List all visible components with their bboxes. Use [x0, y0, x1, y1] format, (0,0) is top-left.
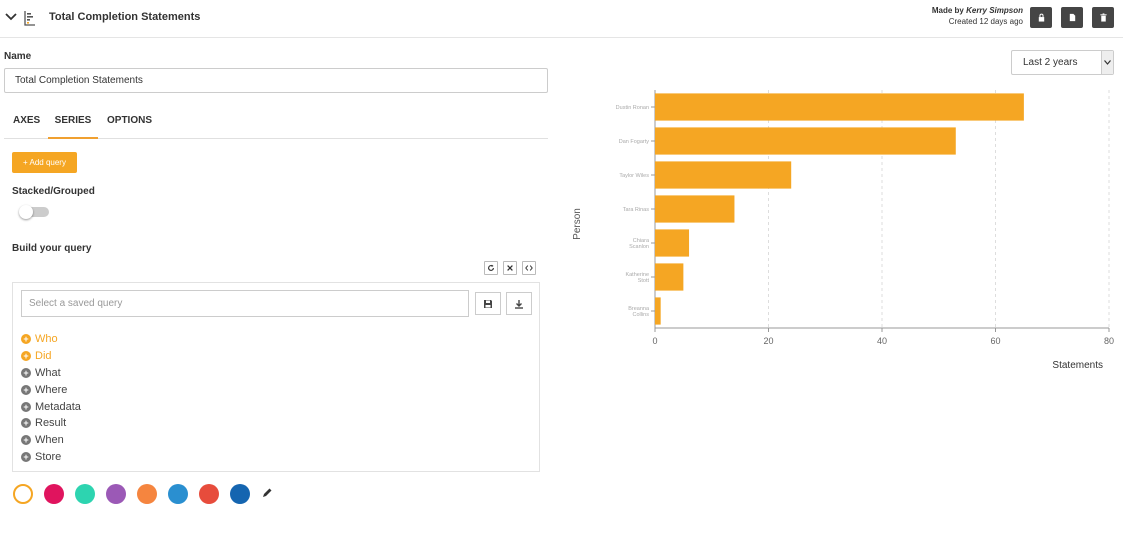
name-input[interactable]: Total Completion Statements: [4, 68, 548, 93]
query-item-did[interactable]: + Did: [21, 349, 52, 363]
widget-header: Total Completion Statements Made by Kerr…: [0, 0, 1123, 38]
x-tick-label: 40: [877, 336, 887, 346]
bar: [655, 297, 661, 325]
query-item-label: Where: [35, 384, 68, 396]
bar: [655, 93, 1024, 121]
widget-title: Total Completion Statements: [49, 11, 201, 23]
refresh-button[interactable]: [484, 261, 498, 275]
color-swatch[interactable]: [106, 484, 126, 504]
y-tick-label: Dustin Ronan: [616, 105, 649, 111]
color-swatch[interactable]: [199, 484, 219, 504]
x-tick-label: 20: [763, 336, 773, 346]
query-item-label: Who: [35, 333, 58, 345]
tab-axes[interactable]: AXES: [13, 108, 40, 139]
plus-icon: +: [21, 385, 31, 395]
x-tick-label: 60: [990, 336, 1000, 346]
plus-icon: +: [21, 334, 31, 344]
tab-options[interactable]: OPTIONS: [107, 108, 152, 139]
x-axis-title: Statements: [1052, 360, 1103, 371]
y-tick-label: Chiara Scanlon: [629, 238, 650, 250]
bar: [655, 229, 690, 257]
lock-button[interactable]: [1030, 7, 1052, 28]
color-swatch[interactable]: [75, 484, 95, 504]
color-swatch[interactable]: [168, 484, 188, 504]
pencil-icon[interactable]: [261, 487, 273, 499]
code-view-button[interactable]: [522, 261, 536, 275]
plus-icon: +: [21, 452, 31, 462]
name-label: Name: [4, 51, 32, 62]
created-date: Created 12 days ago: [948, 17, 1023, 26]
y-tick-label: Katherine Stott: [625, 272, 649, 284]
y-tick-label: Taylor Wiles: [619, 173, 649, 179]
save-query-button[interactable]: [475, 292, 501, 315]
bar: [655, 161, 792, 189]
delete-button[interactable]: [1092, 7, 1114, 28]
tab-bar: AXES SERIES OPTIONS: [4, 108, 548, 139]
copy-button[interactable]: [1061, 7, 1083, 28]
x-tick-label: 80: [1104, 336, 1114, 346]
y-tick-label: Breanna Collins: [628, 306, 650, 318]
color-swatch-selected[interactable]: [13, 484, 33, 504]
query-item-result[interactable]: + Result: [21, 416, 66, 430]
query-item-label: When: [35, 434, 64, 446]
made-by-prefix: Made by: [931, 6, 964, 15]
chevron-down-icon[interactable]: [4, 10, 18, 24]
query-item-metadata[interactable]: + Metadata: [21, 400, 81, 414]
download-icon: [515, 299, 523, 309]
plus-icon: +: [21, 402, 31, 412]
query-item-when[interactable]: + When: [21, 433, 64, 447]
add-query-button[interactable]: + Add query: [12, 152, 77, 173]
color-swatch[interactable]: [137, 484, 157, 504]
stacked-grouped-toggle[interactable]: [19, 205, 49, 219]
chart-doc-icon: [24, 11, 35, 26]
color-swatch[interactable]: [230, 484, 250, 504]
query-item-what[interactable]: + What: [21, 366, 61, 380]
query-item-label: Result: [35, 417, 67, 429]
saved-query-select[interactable]: Select a saved query: [21, 290, 469, 317]
time-range-select[interactable]: Last 2 years: [1011, 50, 1114, 75]
query-item-label: Store: [35, 451, 62, 463]
stacked-grouped-label: Stacked/Grouped: [12, 186, 95, 197]
clear-button[interactable]: [503, 261, 517, 275]
color-swatch[interactable]: [44, 484, 64, 504]
caret-down-icon: [1101, 51, 1113, 74]
y-tick-label: Tara Rinas: [623, 207, 650, 213]
lock-icon: [1038, 13, 1044, 22]
plus-icon: +: [21, 435, 31, 445]
copy-icon: [1069, 13, 1075, 22]
query-builder: Select a saved query + Who + Did + What + Wh…: [12, 282, 540, 472]
query-item-label: Did: [35, 350, 52, 362]
x-tick-label: 0: [652, 336, 657, 346]
y-tick-label: Dan Fogarty: [619, 139, 650, 145]
refresh-icon: [488, 264, 494, 271]
save-icon: [484, 299, 492, 308]
bar-chart: Dustin Ronan Dan Fogarty Taylor Wiles Tara …: [572, 90, 1114, 371]
bar: [655, 127, 956, 155]
time-range-value: Last 2 years: [1023, 57, 1078, 68]
build-query-label: Build your query: [12, 243, 92, 254]
toggle-knob: [19, 205, 33, 219]
query-item-who[interactable]: + Who: [21, 332, 58, 346]
plus-icon: +: [21, 368, 31, 378]
trash-icon: [1099, 13, 1107, 22]
plus-icon: +: [21, 418, 31, 428]
download-query-button[interactable]: [506, 292, 532, 315]
plus-icon: +: [21, 351, 31, 361]
query-item-label: What: [35, 367, 61, 379]
author-name: Kerry Simpson: [966, 6, 1023, 15]
bar: [655, 195, 735, 223]
tab-series[interactable]: SERIES: [48, 108, 98, 139]
close-icon: [507, 265, 513, 271]
bar: [655, 263, 684, 291]
query-item-label: Metadata: [35, 401, 81, 413]
code-icon: [525, 265, 533, 271]
query-item-store[interactable]: + Store: [21, 450, 61, 464]
query-item-where[interactable]: + Where: [21, 383, 67, 397]
author-meta: Made by Kerry Simpson Created 12 days ag…: [932, 5, 1023, 27]
y-axis-title: Person: [572, 208, 583, 240]
